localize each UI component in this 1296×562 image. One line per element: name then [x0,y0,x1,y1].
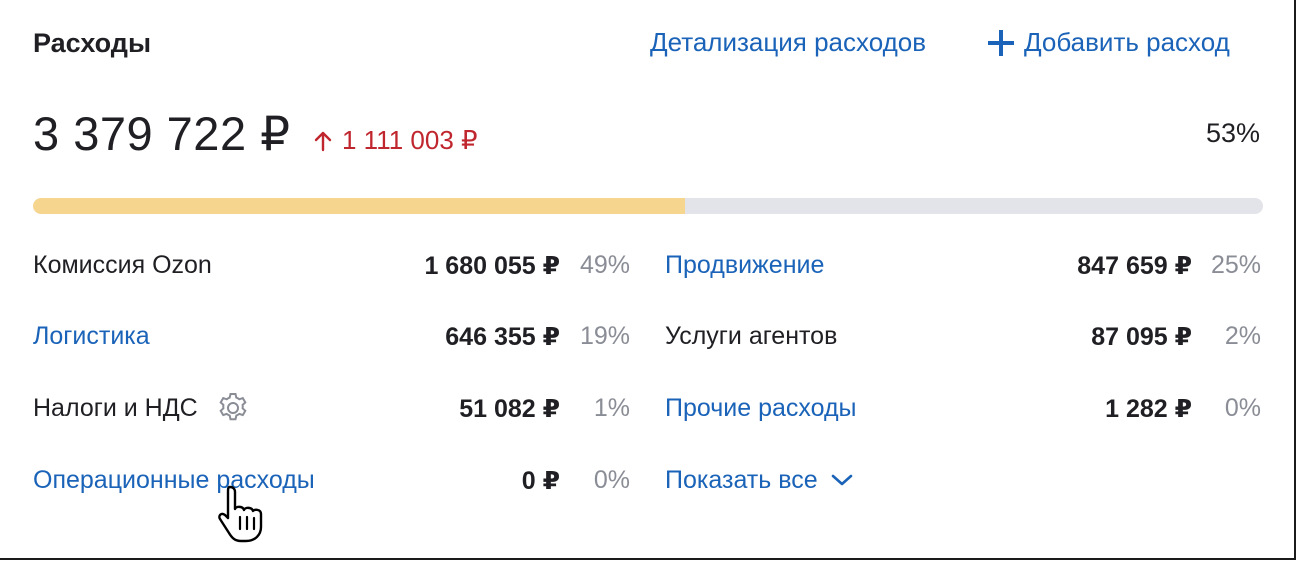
expense-row-operational[interactable]: Операционные расходы [33,460,315,500]
row-value: 87 095 ₽ [1091,323,1192,351]
row-label: Комиссия Ozon [33,250,212,279]
expense-row-other[interactable]: Прочие расходы [665,388,857,428]
row-value: 847 659 ₽ [1077,252,1192,280]
row-value: 646 355 ₽ [445,323,560,351]
row-value: 51 082 ₽ [459,395,560,423]
arrow-up-icon [314,131,332,151]
plus-icon [988,29,1014,56]
expense-row-taxes: Налоги и НДС [33,388,250,428]
total-percent: 53% [1205,118,1260,148]
hand-pointer-icon [218,485,263,543]
show-all-label: Показать все [665,465,818,494]
add-expense-button[interactable]: Добавить расход [988,27,1230,58]
expenses-progress-bar [33,198,1263,214]
row-percent: 19% [579,322,630,350]
card-title: Расходы [33,28,152,58]
show-all-link[interactable]: Показать все [665,466,854,495]
row-value: 1 282 ₽ [1105,395,1192,423]
gear-icon[interactable] [216,391,250,425]
row-percent: 0% [1224,394,1261,422]
row-percent: 25% [1210,251,1261,279]
expenses-card: Расходы Детализация расходов Добавить ра… [0,0,1296,560]
row-label: Налоги и НДС [33,393,198,422]
row-value: 0 ₽ [521,467,560,495]
row-label[interactable]: Логистика [33,322,150,351]
row-percent: 2% [1224,322,1261,350]
row-percent: 0% [593,466,630,494]
expense-row-commission: Комиссия Ozon [33,245,212,285]
expenses-details-link[interactable]: Детализация расходов [650,27,926,58]
row-label[interactable]: Операционные расходы [33,466,315,495]
expenses-delta: 1 111 003 ₽ [312,125,478,156]
row-label: Услуги агентов [665,321,838,350]
total-expenses: 3 379 722 ₽ [33,107,291,160]
row-label[interactable]: Продвижение [665,251,824,280]
row-percent: 1% [593,394,630,422]
expense-row-logistics[interactable]: Логистика [33,316,150,356]
expense-row-agents: Услуги агентов [665,316,837,356]
delta-value: 1 111 003 ₽ [342,125,478,155]
show-all-button[interactable]: Показать все [665,460,854,500]
row-value: 1 680 055 ₽ [424,252,560,280]
progress-fill [33,198,685,214]
chevron-down-icon [831,474,852,486]
add-expense-label: Добавить расход [1024,27,1230,57]
row-percent: 49% [579,251,630,279]
expense-row-promotion[interactable]: Продвижение [665,245,824,285]
row-label[interactable]: Прочие расходы [665,394,857,423]
